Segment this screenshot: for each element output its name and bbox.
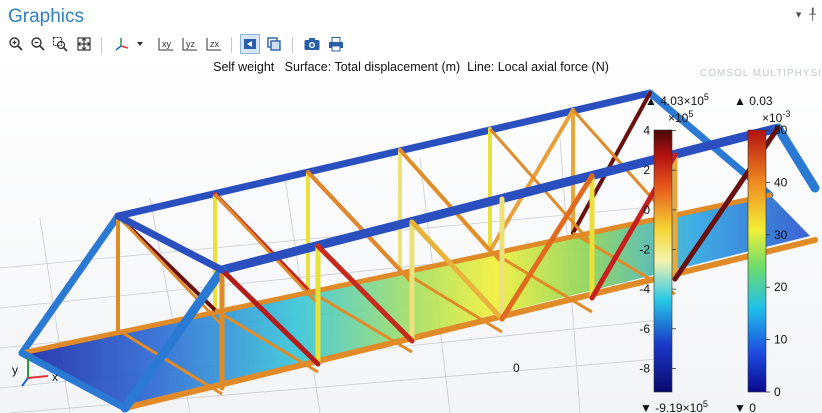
view-zx-label: zx xyxy=(210,39,220,49)
view-zx-button[interactable]: zx xyxy=(204,34,224,54)
legend-disp-min: ▼ 0 xyxy=(734,401,756,413)
view-xy-button[interactable]: xy xyxy=(156,34,176,54)
zoom-box-button[interactable] xyxy=(50,34,70,54)
legend-disp-tick-label: 0 xyxy=(774,385,781,399)
legend-force-tick-label: 0 xyxy=(643,203,650,217)
axis-orientation-button[interactable] xyxy=(112,34,148,54)
scene-light-icon xyxy=(244,39,256,49)
pane-menu-icon[interactable]: ▾ xyxy=(796,8,802,21)
zoom-extents-button[interactable] xyxy=(74,34,94,54)
graphics-panel-header: Graphics ▾ ╀ xyxy=(0,0,822,32)
camera-icon xyxy=(304,38,320,50)
legend-force-tick-label: 4 xyxy=(643,124,650,138)
view-yz-icon: yz xyxy=(182,38,197,51)
zoom-box-icon xyxy=(53,37,68,52)
panel-title: Graphics xyxy=(8,6,85,27)
graphics-viewport[interactable]: y x 0 COMSOL MULTIPHYSICS ▲ 4.03×105 ×10… xyxy=(0,58,822,413)
printer-icon xyxy=(329,37,343,52)
axis-y-label: y xyxy=(12,363,18,377)
legend-disp-tick-label: 40 xyxy=(774,175,788,189)
legend-force-tick-label: -2 xyxy=(639,243,650,257)
axis-x-label: x xyxy=(52,370,58,384)
print-button[interactable] xyxy=(326,34,346,54)
legend-force-tick-label: -4 xyxy=(639,282,650,296)
transparency-button[interactable] xyxy=(264,34,284,54)
zoom-out-icon xyxy=(31,37,45,51)
axis-orientation-icon xyxy=(115,38,143,51)
pin-icon[interactable]: ╀ xyxy=(809,8,816,21)
scene-light-button[interactable] xyxy=(240,34,260,54)
legend-disp-max: ▲ 0.03 xyxy=(734,94,773,108)
view-xy-label: xy xyxy=(162,39,172,49)
view-yz-label: yz xyxy=(186,39,196,49)
snapshot-button[interactable] xyxy=(302,34,322,54)
legend-force-tick-label: -6 xyxy=(639,322,650,336)
plot-canvas: y x 0 COMSOL MULTIPHYSICS ▲ 4.03×105 ×10… xyxy=(0,68,822,413)
view-xy-icon: xy xyxy=(158,38,173,51)
transparency-icon xyxy=(267,37,281,51)
view-yz-button[interactable]: yz xyxy=(180,34,200,54)
legend-force-tick-label: 2 xyxy=(643,163,650,177)
plot-title: Self weight Surface: Total displacement … xyxy=(213,60,609,74)
legend-disp-ticks: 50 40 30 20 10 0 xyxy=(766,123,788,399)
legend-force-colorbar xyxy=(653,129,673,393)
legend-disp-tick-label: 20 xyxy=(774,280,788,294)
legend-disp-tick-label: 10 xyxy=(774,333,788,347)
legend-force-max: ▲ 4.03×105 xyxy=(645,92,709,108)
pane-controls: ▾ ╀ xyxy=(796,8,816,21)
legend-disp-tick-label: 50 xyxy=(774,123,788,137)
zoom-in-icon xyxy=(9,37,23,51)
legend-disp-tick-label: 30 xyxy=(774,228,788,242)
graphics-toolbar: xy yz zx xyxy=(0,32,822,58)
axis-zero-label: 0 xyxy=(513,361,520,375)
legend-force-min: ▼ -9.19×105 xyxy=(640,399,708,413)
legend-disp-colorbar xyxy=(747,129,767,393)
legend-force-tick-label: -8 xyxy=(639,361,650,375)
zoom-extents-icon xyxy=(77,37,91,51)
view-zx-icon: zx xyxy=(206,38,221,51)
zoom-in-button[interactable] xyxy=(6,34,26,54)
zoom-out-button[interactable] xyxy=(28,34,48,54)
